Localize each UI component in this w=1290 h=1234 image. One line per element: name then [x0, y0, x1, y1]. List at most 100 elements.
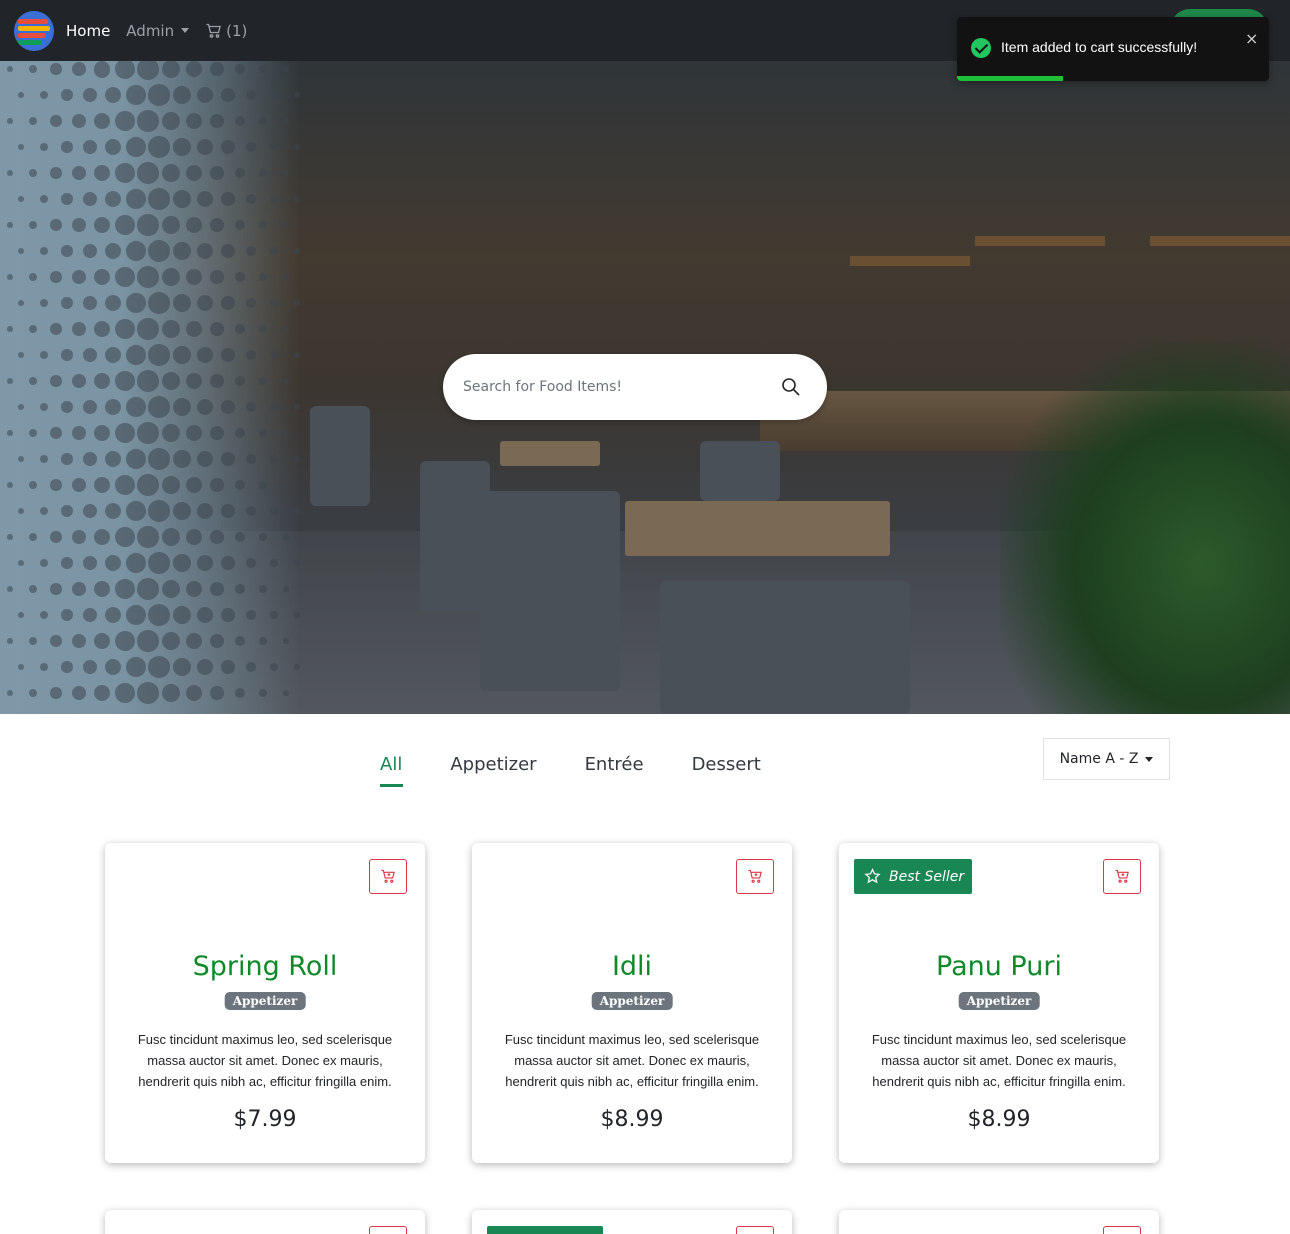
add-to-cart-button[interactable]	[369, 859, 407, 894]
best-seller-badge: Best Seller	[854, 859, 972, 894]
nav-cart-link[interactable]: (1)	[205, 22, 247, 40]
halftone-dot	[294, 92, 300, 98]
halftone-dot	[258, 636, 268, 646]
halftone-dot	[269, 506, 279, 516]
hero-shelf	[1150, 236, 1290, 246]
app-logo[interactable]	[14, 10, 54, 51]
halftone-dot	[196, 658, 214, 676]
halftone-dot	[61, 609, 73, 621]
halftone-dot	[61, 297, 73, 309]
category-badge: Appetizer	[224, 992, 306, 1010]
halftone-dot	[148, 396, 170, 418]
halftone-dot	[137, 162, 159, 184]
halftone-dot	[50, 635, 62, 647]
product-card	[839, 1210, 1159, 1234]
halftone-dot	[196, 398, 214, 416]
halftone-dot	[126, 85, 146, 105]
add-to-cart-button[interactable]	[369, 1226, 407, 1234]
search-icon[interactable]	[781, 377, 801, 397]
halftone-dot	[210, 62, 224, 76]
halftone-dot	[137, 526, 159, 548]
halftone-dot	[294, 144, 300, 150]
halftone-dot	[137, 214, 159, 236]
chevron-down-icon	[181, 28, 190, 33]
halftone-dot	[294, 300, 300, 306]
halftone-dot	[61, 401, 73, 413]
tab-all[interactable]: All	[380, 754, 404, 787]
halftone-dot	[61, 141, 73, 153]
halftone-dot	[137, 266, 159, 288]
sort-dropdown[interactable]: Name A - Z	[1043, 738, 1170, 780]
halftone-dot	[258, 584, 268, 594]
halftone-dot	[126, 293, 146, 313]
halftone-dot	[115, 267, 135, 287]
halftone-dot	[221, 244, 235, 258]
halftone-dot	[148, 136, 170, 158]
cart-count: (1)	[226, 21, 248, 40]
halftone-dot	[258, 168, 268, 178]
halftone-dot	[269, 246, 279, 256]
add-to-cart-button[interactable]	[736, 1226, 774, 1234]
halftone-dot	[196, 502, 214, 520]
halftone-dot	[185, 528, 203, 546]
product-card: Idli Appetizer Fusc tincidunt maximus le…	[472, 843, 792, 1163]
halftone-dot	[137, 318, 159, 340]
halftone-dot	[148, 656, 170, 678]
hero-chair	[660, 581, 910, 714]
halftone-dot	[137, 422, 159, 444]
product-price: $8.99	[967, 1107, 1031, 1132]
nav-home-link[interactable]: Home	[66, 22, 110, 40]
hero-banner	[0, 61, 1290, 714]
halftone-dot	[126, 553, 146, 573]
add-to-cart-button[interactable]	[1103, 1226, 1141, 1234]
halftone-dot	[210, 374, 224, 388]
halftone-dot	[115, 423, 135, 443]
halftone-dot	[283, 378, 289, 384]
halftone-dot	[50, 531, 62, 543]
halftone-dot	[115, 61, 135, 79]
halftone-dot	[185, 216, 203, 234]
category-tabs: All Appetizer Entrée Dessert	[380, 754, 809, 787]
hero-table	[625, 501, 890, 556]
halftone-dot	[283, 118, 289, 124]
toast-progress-bar	[957, 76, 1064, 81]
halftone-dot	[294, 560, 300, 566]
halftone-dot	[185, 424, 203, 442]
halftone-dot	[50, 375, 62, 387]
halftone-dot	[210, 530, 224, 544]
toast-notification: Item added to cart successfully! ×	[957, 17, 1269, 81]
tab-entree[interactable]: Entrée	[585, 754, 644, 783]
halftone-dot	[258, 376, 268, 386]
halftone-dot	[196, 190, 214, 208]
halftone-dot	[196, 554, 214, 572]
halftone-dot	[115, 371, 135, 391]
halftone-dot	[283, 222, 289, 228]
halftone-dot	[185, 268, 203, 286]
halftone-dot	[185, 372, 203, 390]
tab-dessert[interactable]: Dessert	[692, 754, 761, 783]
halftone-dot	[269, 298, 279, 308]
add-to-cart-button[interactable]	[1103, 859, 1141, 894]
add-to-cart-button[interactable]	[736, 859, 774, 894]
halftone-dot	[115, 683, 135, 703]
halftone-dot	[61, 661, 73, 673]
halftone-dot	[50, 687, 62, 699]
halftone-dot	[269, 662, 279, 672]
halftone-dot	[294, 508, 300, 514]
halftone-dot	[50, 427, 62, 439]
halftone-dot	[258, 64, 268, 74]
halftone-dot	[61, 453, 73, 465]
search-bar	[443, 354, 827, 420]
halftone-dot	[221, 140, 235, 154]
halftone-dot	[196, 450, 214, 468]
toast-message: Item added to cart successfully!	[1001, 39, 1198, 55]
close-icon[interactable]: ×	[1245, 29, 1258, 48]
halftone-dot	[294, 352, 300, 358]
search-input[interactable]	[463, 379, 781, 395]
tab-appetizer[interactable]: Appetizer	[450, 754, 536, 783]
nav-admin-dropdown[interactable]: Admin	[126, 22, 190, 40]
halftone-dot	[210, 270, 224, 284]
chevron-down-icon	[1145, 756, 1154, 762]
check-circle-icon	[971, 38, 991, 58]
halftone-dot	[210, 166, 224, 180]
